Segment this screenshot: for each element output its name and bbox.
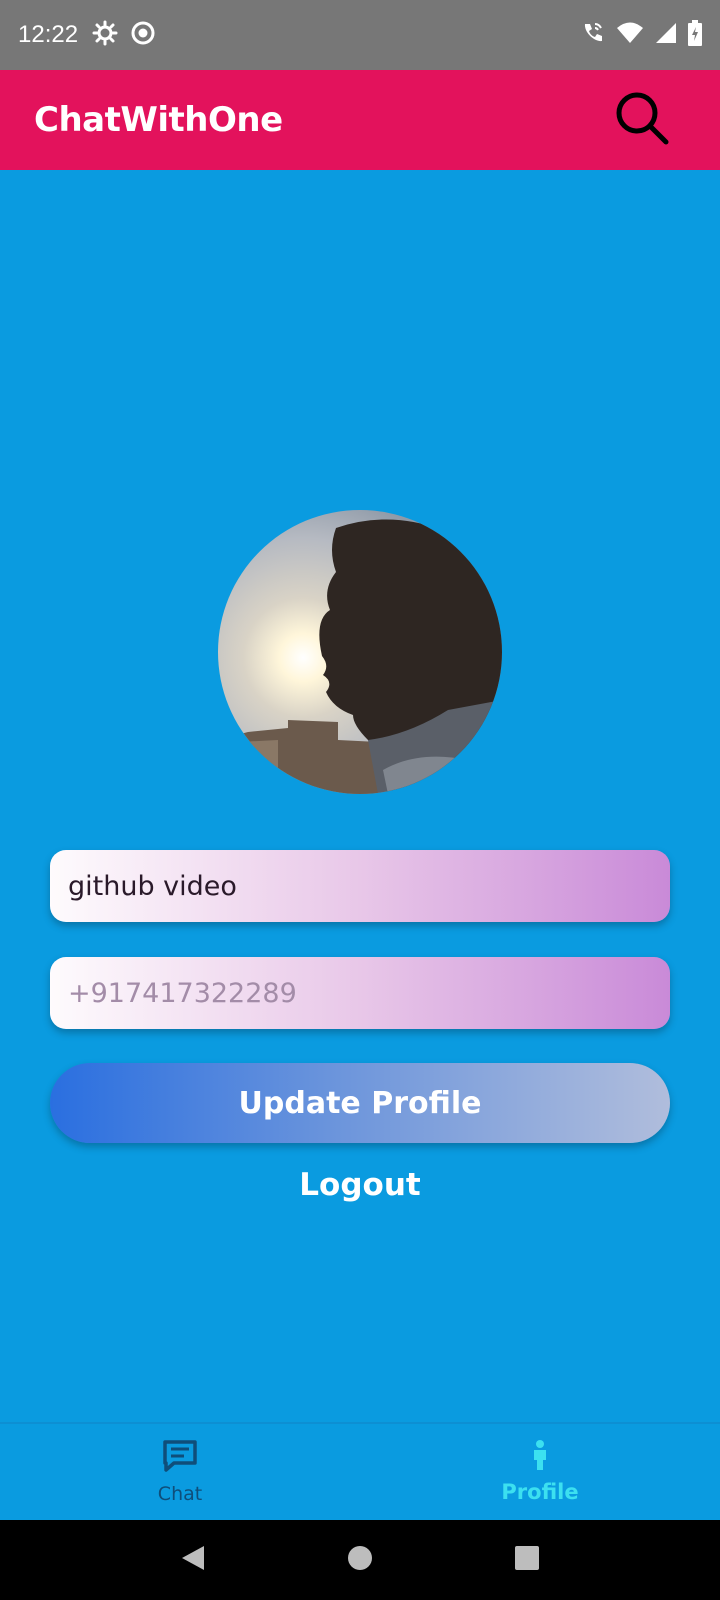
app-title: ChatWithOne [34, 100, 283, 140]
logout-button[interactable]: Logout [260, 1160, 460, 1210]
system-nav-bar [0, 1520, 720, 1600]
wifi-icon [616, 21, 644, 49]
home-icon[interactable] [347, 1545, 373, 1575]
recents-icon[interactable] [514, 1545, 540, 1575]
signal-icon [654, 21, 678, 49]
nav-item-profile[interactable]: Profile [360, 1424, 720, 1520]
search-button[interactable] [612, 90, 672, 150]
search-icon [612, 88, 672, 152]
status-left-icons [92, 20, 156, 50]
status-bar: 12:22 [0, 0, 720, 70]
person-icon [530, 1440, 550, 1474]
back-icon[interactable] [180, 1544, 206, 1576]
battery-icon [688, 20, 702, 50]
status-time: 12:22 [18, 21, 79, 48]
nav-item-chat[interactable]: Chat [0, 1424, 360, 1520]
name-input[interactable] [68, 870, 652, 902]
nav-label-chat: Chat [157, 1483, 203, 1505]
avatar[interactable] [218, 510, 502, 794]
record-icon [130, 20, 156, 50]
phone-field[interactable] [50, 957, 670, 1029]
settings-icon [92, 20, 118, 50]
wifi-call-icon [580, 20, 606, 50]
nav-label-profile: Profile [501, 1480, 579, 1504]
chat-icon [162, 1439, 198, 1477]
update-profile-button[interactable]: Update Profile [50, 1063, 670, 1143]
phone-input[interactable] [68, 977, 652, 1009]
status-right-icons [580, 20, 702, 50]
profile-screen: Update Profile Logout [0, 170, 720, 1422]
name-field[interactable] [50, 850, 670, 922]
bottom-nav: Chat Profile [0, 1422, 720, 1520]
app-bar: ChatWithOne [0, 70, 720, 170]
